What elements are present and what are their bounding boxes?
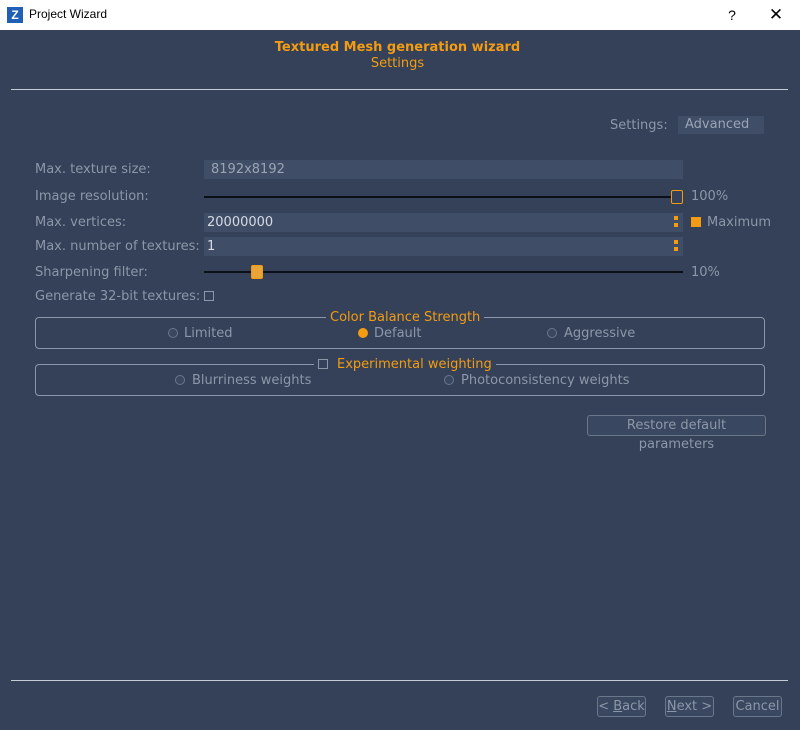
radio-limited-label[interactable]: Limited [184, 326, 232, 341]
radio-photoconsistency-label[interactable]: Photoconsistency weights [461, 373, 630, 388]
max-textures-label: Max. number of textures: [35, 239, 200, 254]
wizard-subtitle: Settings [370, 56, 425, 71]
sharpening-slider-track[interactable] [204, 271, 683, 273]
radio-default[interactable] [358, 328, 368, 338]
radio-default-label[interactable]: Default [374, 326, 422, 341]
close-button[interactable]: ✕ [766, 4, 786, 26]
radio-photoconsistency[interactable] [444, 375, 454, 385]
experimental-title: Experimental weighting [314, 357, 496, 372]
max-texture-size-select[interactable]: 8192x8192 [204, 160, 683, 179]
app-logo-icon: Z [7, 7, 23, 23]
footer-divider [11, 680, 788, 681]
max-vertices-input[interactable]: 20000000 [204, 213, 683, 232]
gen32bit-label: Generate 32-bit textures: [35, 289, 201, 304]
experimental-checkbox[interactable] [318, 359, 328, 369]
radio-aggressive-label[interactable]: Aggressive [564, 326, 635, 341]
next-button[interactable]: Next > [665, 696, 714, 717]
radio-aggressive[interactable] [547, 328, 557, 338]
image-resolution-slider-track[interactable] [204, 196, 683, 198]
restore-defaults-button[interactable]: Restore default parameters [587, 415, 766, 452]
radio-blurriness-label[interactable]: Blurriness weights [192, 373, 311, 388]
image-resolution-value: 100% [691, 189, 729, 204]
radio-limited[interactable] [168, 328, 178, 338]
max-textures-input[interactable]: 1 [204, 237, 683, 256]
help-button[interactable]: ? [722, 4, 742, 26]
maximum-checkbox[interactable] [691, 217, 701, 227]
cancel-button[interactable]: Cancel [733, 696, 782, 717]
image-resolution-slider-handle[interactable] [671, 190, 683, 204]
settings-mode-label: Settings: [610, 118, 668, 133]
maximum-label: Maximum [707, 215, 772, 230]
sharpening-value: 10% [691, 265, 720, 280]
title-bar: Z Project Wizard ? ✕ [0, 0, 800, 30]
settings-mode-select[interactable]: Advanced [678, 116, 764, 134]
gen32bit-checkbox[interactable] [204, 291, 214, 301]
max-textures-spinner[interactable] [674, 240, 678, 254]
back-button[interactable]: < Back [597, 696, 646, 717]
max-texture-size-label: Max. texture size: [35, 162, 151, 177]
header-divider [11, 89, 788, 90]
window-title: Project Wizard [29, 7, 108, 21]
wizard-title: Textured Mesh generation wizard [274, 40, 521, 55]
image-resolution-label: Image resolution: [35, 189, 149, 204]
max-vertices-spinner[interactable] [674, 216, 678, 230]
color-balance-title: Color Balance Strength [326, 310, 485, 325]
sharpening-label: Sharpening filter: [35, 265, 148, 280]
sharpening-slider-handle[interactable] [251, 265, 263, 279]
radio-blurriness[interactable] [175, 375, 185, 385]
max-vertices-label: Max. vertices: [35, 215, 127, 230]
